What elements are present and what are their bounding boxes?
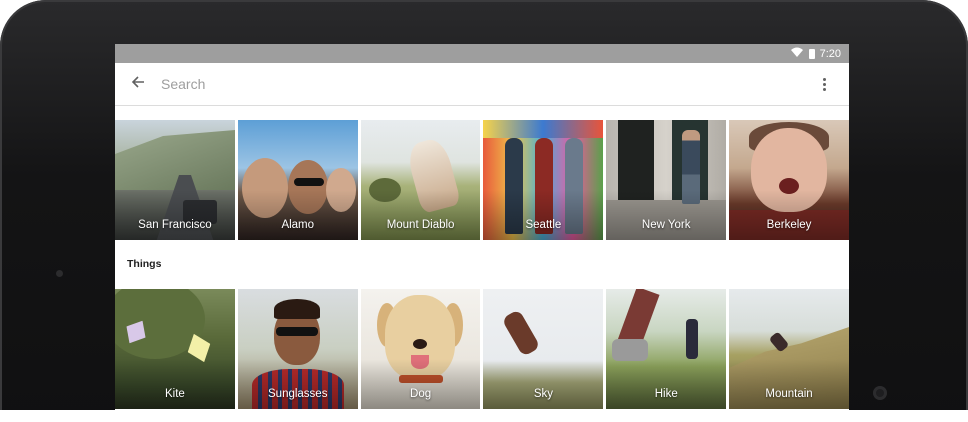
thing-tile-sunglasses[interactable]: Sunglasses: [237, 289, 358, 409]
place-tile-seattle[interactable]: Seattle: [483, 120, 604, 240]
thing-tile-dog[interactable]: Dog: [360, 289, 481, 409]
tile-label: San Francisco: [138, 219, 212, 231]
status-time: 7:20: [819, 47, 841, 60]
tile-label: Alamo: [281, 219, 315, 231]
place-tile-new-york[interactable]: New York: [606, 120, 727, 240]
more-vert-icon: [822, 77, 826, 91]
tile-label: New York: [641, 219, 691, 231]
place-tile-san-francisco[interactable]: San Francisco: [115, 120, 235, 240]
back-button[interactable]: [115, 75, 161, 94]
tile-label: Sunglasses: [268, 388, 328, 400]
place-tile-berkeley[interactable]: Berkeley: [729, 120, 849, 240]
places-row: San Francisco Alamo Mount Diablo Seattle: [115, 120, 849, 240]
battery-icon: [808, 48, 815, 59]
thing-tile-mountain[interactable]: Mountain: [729, 289, 849, 409]
search-input[interactable]: [161, 69, 799, 99]
tile-label: Mountain: [765, 388, 813, 400]
thing-tile-hike[interactable]: Hike: [606, 289, 727, 409]
tablet-device-frame: 7:20 San Francisco Alamo: [0, 0, 968, 422]
arrow-back-icon: [131, 75, 145, 94]
things-row: Kite Sunglasses Dog Sky Hike Mountain: [115, 289, 849, 409]
front-sensor: [56, 270, 63, 277]
search-app-bar: [115, 63, 849, 106]
place-tile-mount-diablo[interactable]: Mount Diablo: [360, 120, 481, 240]
tile-label: Dog: [410, 388, 432, 400]
tile-label: Seattle: [525, 219, 562, 231]
page-bottom-edge: [0, 410, 968, 422]
tile-label: Sky: [533, 388, 553, 400]
place-tile-alamo[interactable]: Alamo: [237, 120, 358, 240]
section-title-things: Things: [127, 258, 162, 270]
tile-label: Mount Diablo: [386, 219, 455, 231]
tile-label: Hike: [654, 388, 678, 400]
thing-tile-sky[interactable]: Sky: [483, 289, 604, 409]
tile-label: Berkeley: [766, 219, 812, 231]
status-bar: 7:20: [115, 44, 849, 63]
tile-label: Kite: [165, 388, 185, 400]
app-screen: 7:20 San Francisco Alamo: [115, 44, 849, 410]
overflow-menu-button[interactable]: [799, 77, 849, 91]
front-camera: [873, 386, 887, 400]
thing-tile-kite[interactable]: Kite: [115, 289, 235, 409]
wifi-icon: [790, 47, 803, 60]
